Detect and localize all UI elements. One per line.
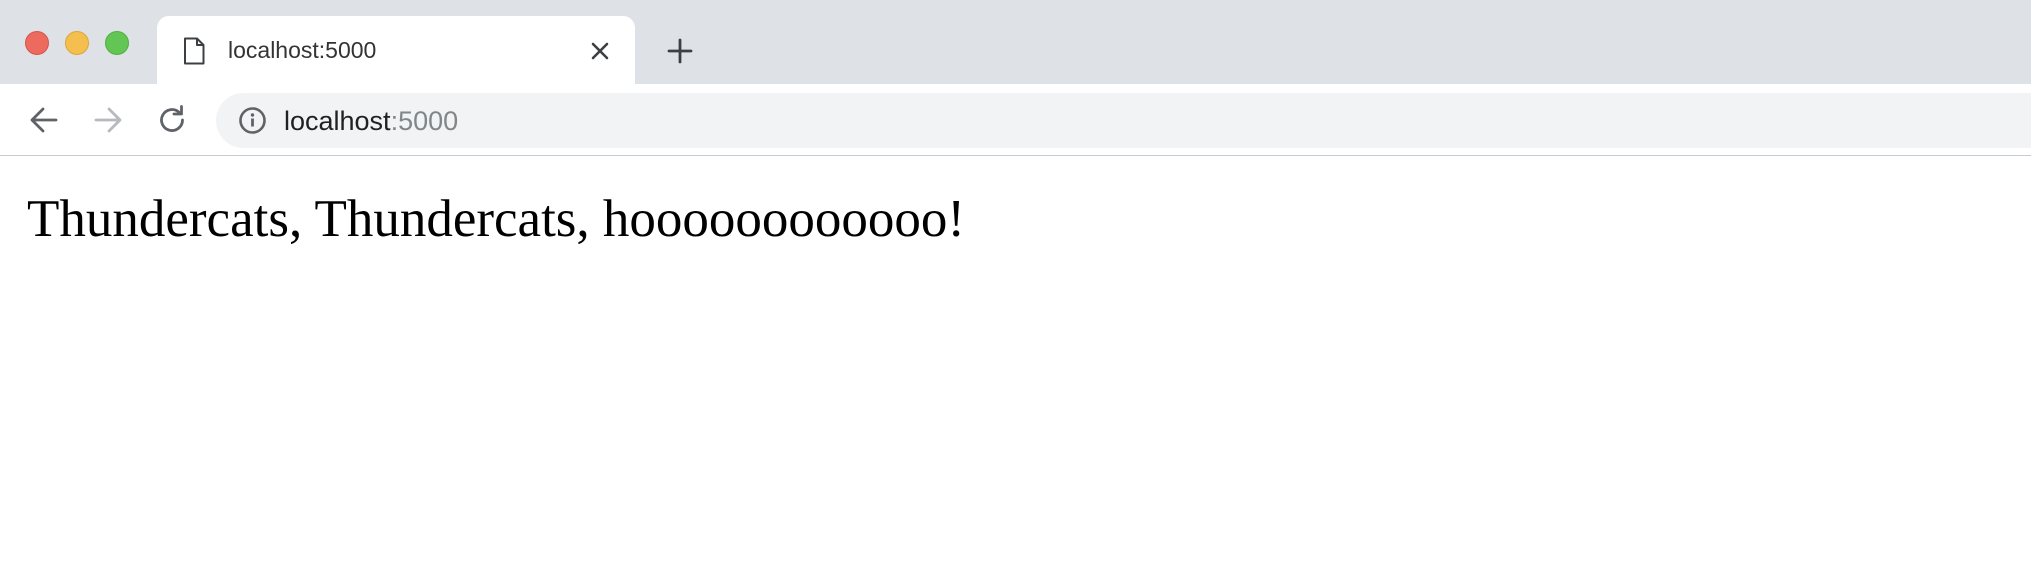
close-icon[interactable]	[587, 38, 613, 64]
tab-title: localhost:5000	[228, 37, 377, 63]
reload-icon	[160, 105, 184, 132]
new-tab-button[interactable]	[664, 35, 696, 67]
page-heading: Thundercats, Thundercats, hoooooooooooo!	[27, 190, 966, 248]
window-minimize-button[interactable]	[65, 31, 89, 55]
address-bar[interactable]: localhost:5000	[216, 93, 2031, 148]
window-zoom-button[interactable]	[105, 31, 129, 55]
arrow-right-icon	[94, 107, 122, 133]
browser-window: localhost:5000 localhost:5000 Thundercat…	[0, 0, 2031, 582]
url-port: :5000	[390, 106, 459, 136]
url-host: localhost	[284, 106, 391, 136]
page-content: Thundercats, Thundercats, hoooooooooooo!	[0, 157, 2031, 582]
back-button[interactable]	[26, 102, 62, 138]
plus-icon	[667, 38, 693, 64]
info-icon[interactable]	[238, 106, 267, 135]
reload-button[interactable]	[154, 102, 190, 138]
forward-button[interactable]	[90, 102, 126, 138]
tab-strip: localhost:5000	[0, 0, 2031, 84]
address-url[interactable]: localhost:5000	[284, 104, 458, 138]
browser-toolbar: localhost:5000	[0, 84, 2031, 156]
window-close-button[interactable]	[25, 31, 49, 55]
document-icon	[183, 37, 205, 65]
browser-tab[interactable]: localhost:5000	[157, 16, 635, 84]
arrow-left-icon	[30, 107, 58, 133]
